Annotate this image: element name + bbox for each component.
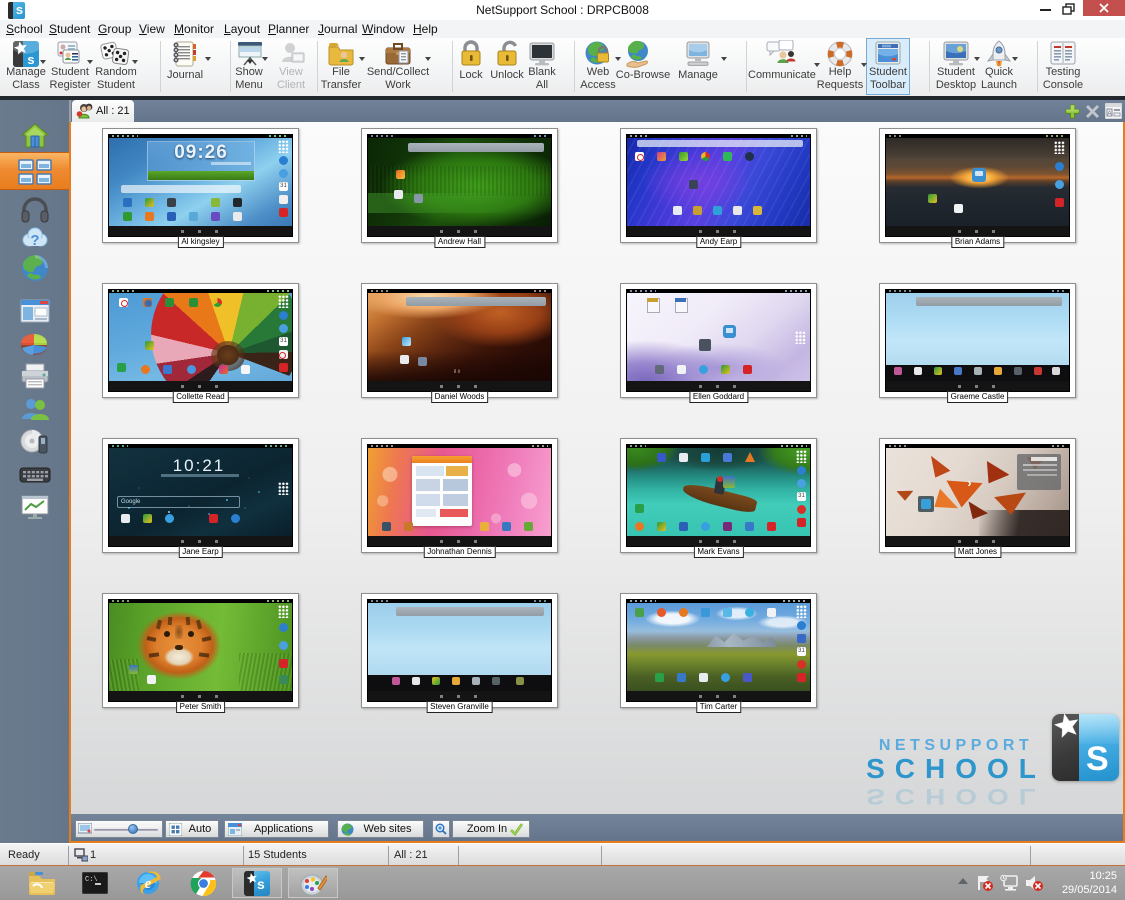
svg-text:?: ?	[30, 232, 39, 249]
svg-text:A: A	[1107, 111, 1111, 117]
svg-text:C:\: C:\	[85, 876, 98, 884]
svg-text:e: e	[145, 876, 152, 892]
svg-text:s: s	[27, 52, 34, 67]
